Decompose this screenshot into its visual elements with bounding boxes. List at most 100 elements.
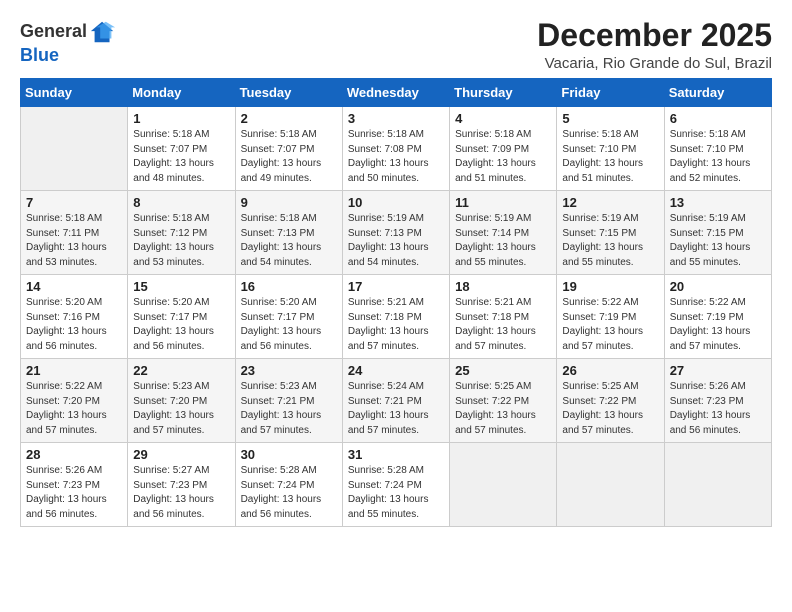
day-number: 19: [562, 279, 658, 294]
day-number: 13: [670, 195, 766, 210]
day-number: 1: [133, 111, 229, 126]
logo-blue: Blue: [20, 45, 59, 65]
day-info: Sunrise: 5:21 AM Sunset: 7:18 PM Dayligh…: [348, 296, 444, 354]
day-cell: 2 Sunrise: 5:18 AM Sunset: 7:07 PM Daylig…: [235, 107, 342, 191]
week-row-2: 7 Sunrise: 5:18 AM Sunset: 7:11 PM Daylig…: [21, 191, 772, 275]
logo-general: General: [20, 22, 87, 42]
day-number: 29: [133, 447, 229, 462]
logo-icon: [89, 18, 117, 46]
day-cell: 26Sunrise: 5:25 AM Sunset: 7:22 PM Dayli…: [557, 359, 664, 443]
logo: General Blue: [20, 18, 117, 66]
day-number: 18: [455, 279, 551, 294]
day-info: Sunrise: 5:18 AM Sunset: 7:07 PM Dayligh…: [241, 128, 337, 186]
day-info: Sunrise: 5:21 AM Sunset: 7:18 PM Dayligh…: [455, 296, 551, 354]
col-header-sunday: Sunday: [21, 79, 128, 107]
day-info: Sunrise: 5:23 AM Sunset: 7:21 PM Dayligh…: [241, 380, 337, 438]
day-number: 21: [26, 363, 122, 378]
week-row-3: 14 Sunrise: 5:20 AM Sunset: 7:16 PM Dayli…: [21, 275, 772, 359]
day-cell: 14 Sunrise: 5:20 AM Sunset: 7:16 PM Dayli…: [21, 275, 128, 359]
day-cell: 16 Sunrise: 5:20 AM Sunset: 7:17 PM Dayli…: [235, 275, 342, 359]
day-cell: 18 Sunrise: 5:21 AM Sunset: 7:18 PM Dayli…: [450, 275, 557, 359]
day-info: Sunrise: 5:20 AM Sunset: 7:17 PM Dayligh…: [241, 296, 337, 354]
title-area: December 2025 Vacaria, Rio Grande do Sul…: [537, 18, 772, 72]
day-info: Sunrise: 5:18 AM Sunset: 7:12 PM Dayligh…: [133, 212, 229, 270]
day-info: Sunrise: 5:27 AM Sunset: 7:23 PM Dayligh…: [133, 464, 229, 522]
day-info: Sunrise: 5:18 AM Sunset: 7:08 PM Dayligh…: [348, 128, 444, 186]
col-header-tuesday: Tuesday: [235, 79, 342, 107]
day-info: Sunrise: 5:19 AM Sunset: 7:15 PM Dayligh…: [562, 212, 658, 270]
day-cell: 6 Sunrise: 5:18 AM Sunset: 7:10 PM Daylig…: [664, 107, 771, 191]
day-cell: 12 Sunrise: 5:19 AM Sunset: 7:15 PM Dayli…: [557, 191, 664, 275]
day-number: 5: [562, 111, 658, 126]
week-row-1: 1 Sunrise: 5:18 AM Sunset: 7:07 PM Daylig…: [21, 107, 772, 191]
day-info: Sunrise: 5:18 AM Sunset: 7:11 PM Dayligh…: [26, 212, 122, 270]
day-number: 27: [670, 363, 766, 378]
day-number: 15: [133, 279, 229, 294]
day-number: 14: [26, 279, 122, 294]
day-info: Sunrise: 5:20 AM Sunset: 7:17 PM Dayligh…: [133, 296, 229, 354]
day-cell: 23 Sunrise: 5:23 AM Sunset: 7:21 PM Dayli…: [235, 359, 342, 443]
day-cell: 22 Sunrise: 5:23 AM Sunset: 7:20 PM Dayli…: [128, 359, 235, 443]
day-cell: 7 Sunrise: 5:18 AM Sunset: 7:11 PM Daylig…: [21, 191, 128, 275]
day-number: 24: [348, 363, 444, 378]
day-cell: 15 Sunrise: 5:20 AM Sunset: 7:17 PM Dayli…: [128, 275, 235, 359]
day-info: Sunrise: 5:18 AM Sunset: 7:13 PM Dayligh…: [241, 212, 337, 270]
month-title: December 2025: [537, 18, 772, 53]
day-number: 11: [455, 195, 551, 210]
day-info: Sunrise: 5:25 AM Sunset: 7:22 PM Dayligh…: [562, 380, 658, 438]
day-info: Sunrise: 5:19 AM Sunset: 7:13 PM Dayligh…: [348, 212, 444, 270]
day-info: Sunrise: 5:18 AM Sunset: 7:10 PM Dayligh…: [670, 128, 766, 186]
day-number: 3: [348, 111, 444, 126]
day-cell: 19 Sunrise: 5:22 AM Sunset: 7:19 PM Dayli…: [557, 275, 664, 359]
day-number: 22: [133, 363, 229, 378]
day-info: Sunrise: 5:26 AM Sunset: 7:23 PM Dayligh…: [26, 464, 122, 522]
day-cell: 31Sunrise: 5:28 AM Sunset: 7:24 PM Dayli…: [342, 443, 449, 527]
day-cell: [557, 443, 664, 527]
day-info: Sunrise: 5:23 AM Sunset: 7:20 PM Dayligh…: [133, 380, 229, 438]
week-row-4: 21 Sunrise: 5:22 AM Sunset: 7:20 PM Dayli…: [21, 359, 772, 443]
day-cell: [664, 443, 771, 527]
day-number: 4: [455, 111, 551, 126]
day-info: Sunrise: 5:26 AM Sunset: 7:23 PM Dayligh…: [670, 380, 766, 438]
day-number: 23: [241, 363, 337, 378]
day-cell: 17Sunrise: 5:21 AM Sunset: 7:18 PM Dayli…: [342, 275, 449, 359]
day-cell: 24 Sunrise: 5:24 AM Sunset: 7:21 PM Dayli…: [342, 359, 449, 443]
day-cell: 10 Sunrise: 5:19 AM Sunset: 7:13 PM Dayli…: [342, 191, 449, 275]
calendar-body: 1 Sunrise: 5:18 AM Sunset: 7:07 PM Daylig…: [21, 107, 772, 527]
day-number: 12: [562, 195, 658, 210]
day-info: Sunrise: 5:28 AM Sunset: 7:24 PM Dayligh…: [241, 464, 337, 522]
day-info: Sunrise: 5:19 AM Sunset: 7:14 PM Dayligh…: [455, 212, 551, 270]
location-title: Vacaria, Rio Grande do Sul, Brazil: [537, 55, 772, 72]
day-number: 2: [241, 111, 337, 126]
day-info: Sunrise: 5:18 AM Sunset: 7:10 PM Dayligh…: [562, 128, 658, 186]
day-cell: 25Sunrise: 5:25 AM Sunset: 7:22 PM Dayli…: [450, 359, 557, 443]
day-info: Sunrise: 5:19 AM Sunset: 7:15 PM Dayligh…: [670, 212, 766, 270]
col-header-thursday: Thursday: [450, 79, 557, 107]
day-cell: 21 Sunrise: 5:22 AM Sunset: 7:20 PM Dayli…: [21, 359, 128, 443]
day-cell: 11 Sunrise: 5:19 AM Sunset: 7:14 PM Dayli…: [450, 191, 557, 275]
day-info: Sunrise: 5:24 AM Sunset: 7:21 PM Dayligh…: [348, 380, 444, 438]
day-number: 30: [241, 447, 337, 462]
day-number: 7: [26, 195, 122, 210]
day-cell: 29 Sunrise: 5:27 AM Sunset: 7:23 PM Dayli…: [128, 443, 235, 527]
col-header-saturday: Saturday: [664, 79, 771, 107]
day-info: Sunrise: 5:18 AM Sunset: 7:07 PM Dayligh…: [133, 128, 229, 186]
day-cell: 1 Sunrise: 5:18 AM Sunset: 7:07 PM Daylig…: [128, 107, 235, 191]
day-number: 20: [670, 279, 766, 294]
day-number: 8: [133, 195, 229, 210]
week-row-5: 28 Sunrise: 5:26 AM Sunset: 7:23 PM Dayli…: [21, 443, 772, 527]
day-info: Sunrise: 5:22 AM Sunset: 7:19 PM Dayligh…: [562, 296, 658, 354]
col-header-wednesday: Wednesday: [342, 79, 449, 107]
day-info: Sunrise: 5:22 AM Sunset: 7:20 PM Dayligh…: [26, 380, 122, 438]
day-cell: 5 Sunrise: 5:18 AM Sunset: 7:10 PM Daylig…: [557, 107, 664, 191]
day-cell: 28 Sunrise: 5:26 AM Sunset: 7:23 PM Dayli…: [21, 443, 128, 527]
day-info: Sunrise: 5:20 AM Sunset: 7:16 PM Dayligh…: [26, 296, 122, 354]
day-number: 31: [348, 447, 444, 462]
day-cell: 9Sunrise: 5:18 AM Sunset: 7:13 PM Daylig…: [235, 191, 342, 275]
day-number: 28: [26, 447, 122, 462]
day-number: 6: [670, 111, 766, 126]
day-number: 16: [241, 279, 337, 294]
col-header-friday: Friday: [557, 79, 664, 107]
day-number: 10: [348, 195, 444, 210]
day-cell: 13 Sunrise: 5:19 AM Sunset: 7:15 PM Dayli…: [664, 191, 771, 275]
